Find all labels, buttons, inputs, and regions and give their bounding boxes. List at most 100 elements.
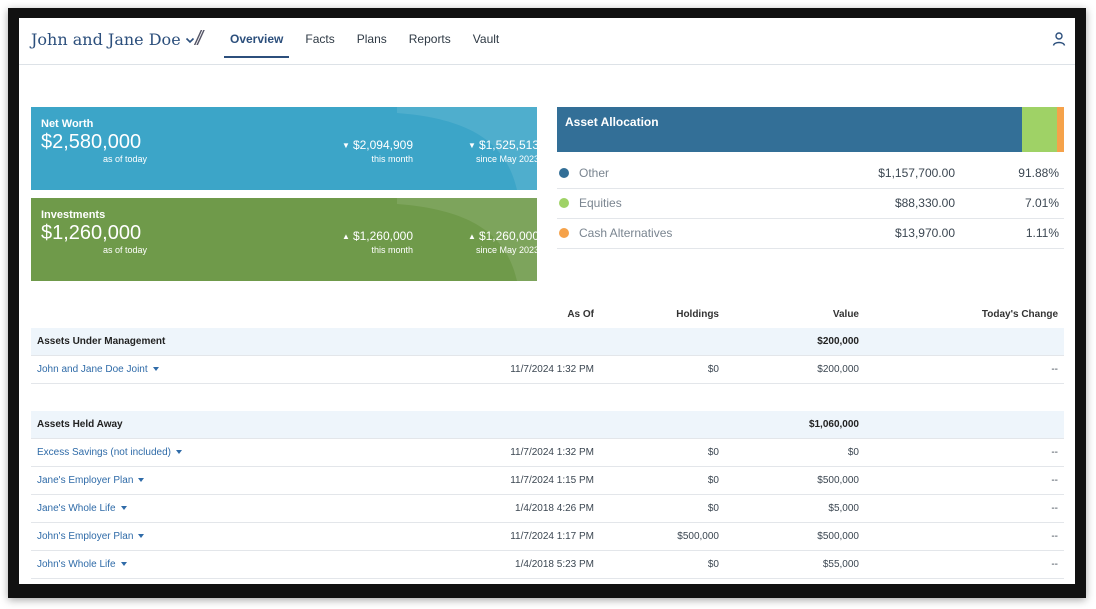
account-holdings: $0	[707, 364, 719, 375]
investments-month-label: this month	[371, 245, 413, 255]
account-link[interactable]: John and Jane Doe Joint	[37, 364, 159, 375]
account-name[interactable]: John's Employer Plan	[37, 531, 133, 542]
allocation-amount: $88,330.00	[894, 196, 955, 210]
up-arrow-icon: ▲	[468, 232, 476, 241]
caret-down-icon[interactable]	[138, 534, 145, 538]
allocation-percent: 91.88%	[1018, 166, 1059, 180]
account-name[interactable]: John and Jane Doe Joint	[37, 364, 148, 375]
allocation-amount: $13,970.00	[894, 226, 955, 240]
net-worth-as-of: as of today	[102, 154, 147, 164]
allocation-name: Equities	[579, 196, 622, 210]
caret-down-icon[interactable]	[175, 450, 182, 454]
column-header-as-of[interactable]: As Of	[426, 309, 594, 320]
account-change: --	[1051, 364, 1058, 375]
account-as-of: 1/4/2018 4:26 PM	[515, 503, 594, 514]
account-change: --	[1051, 531, 1058, 542]
net-worth-since-value: $1,525,513	[478, 138, 537, 152]
group-value: $1,060,000	[808, 419, 859, 430]
allocation-name: Cash Alternatives	[579, 226, 673, 240]
account-name[interactable]: Jane's Whole Life	[37, 503, 116, 514]
account-name[interactable]: Jane's Employer Plan	[37, 475, 133, 486]
allocation-row: Cash Alternatives $13,970.00 1.11%	[557, 219, 1064, 249]
down-arrow-icon: ▼	[468, 141, 476, 150]
tab-vault[interactable]: Vault	[467, 18, 505, 64]
account-holdings: $0	[707, 475, 719, 486]
account-change: --	[1051, 475, 1058, 486]
table-row: John's Employer Plan 11/7/2024 1:17 PM $…	[31, 523, 1064, 551]
other-dot-icon	[559, 168, 569, 178]
user-icon[interactable]	[1051, 31, 1067, 47]
investments-month-value: $1,260,000	[352, 229, 413, 243]
table-row: Jane's Employer Plan 11/7/2024 1:15 PM $…	[31, 467, 1064, 495]
net-worth-value: $2,580,000	[41, 131, 142, 153]
tab-overview[interactable]: Overview	[224, 24, 290, 58]
investments-since-change: ▲ $1,260,000 since May 2023	[449, 229, 537, 255]
tab-plans[interactable]: Plans	[351, 18, 393, 64]
net-worth-title: Net Worth	[41, 118, 94, 130]
column-header-todays-change[interactable]: Today's Change	[891, 309, 1058, 320]
investments-card[interactable]: Investments $1,260,000 as of today ▲ $1,2…	[31, 198, 537, 281]
app-window: John and Jane Doe // Overview Facts Plan…	[19, 18, 1075, 584]
asset-allocation-bar[interactable]: Asset Allocation	[557, 107, 1064, 152]
accounts-table: As Of Holdings Value Today's Change Asse…	[31, 302, 1064, 579]
top-navigation-bar: John and Jane Doe // Overview Facts Plan…	[19, 18, 1075, 65]
account-link[interactable]: John's Whole Life	[37, 559, 127, 570]
chevron-down-icon	[185, 37, 194, 43]
account-change: --	[1051, 559, 1058, 570]
account-as-of: 1/4/2018 5:23 PM	[515, 559, 594, 570]
allocation-row: Other $1,157,700.00 91.88%	[557, 159, 1064, 189]
equities-segment[interactable]	[1022, 107, 1057, 152]
account-change: --	[1051, 447, 1058, 458]
table-row: Excess Savings (not included) 11/7/2024 …	[31, 439, 1064, 467]
client-name: John and Jane Doe	[31, 30, 181, 49]
group-value: $200,000	[817, 336, 859, 347]
caret-down-icon[interactable]	[120, 506, 127, 510]
asset-allocation-legend: Other $1,157,700.00 91.88% Equities $88,…	[557, 159, 1064, 249]
column-header-holdings[interactable]: Holdings	[621, 309, 719, 320]
investments-value: $1,260,000	[41, 222, 142, 244]
account-value: $200,000	[817, 364, 859, 375]
account-name[interactable]: John's Whole Life	[37, 559, 116, 570]
account-change: --	[1051, 503, 1058, 514]
net-worth-month-change: ▼ $2,094,909 this month	[325, 138, 413, 164]
net-worth-month-value: $2,094,909	[352, 138, 413, 152]
column-header-value[interactable]: Value	[759, 309, 859, 320]
table-row: Jane's Whole Life 1/4/2018 4:26 PM $0 $5…	[31, 495, 1064, 523]
table-header: As Of Holdings Value Today's Change	[31, 302, 1064, 328]
group-row-assets-held-away: Assets Held Away $1,060,000	[31, 411, 1064, 439]
account-value: $500,000	[817, 475, 859, 486]
caret-down-icon[interactable]	[138, 478, 145, 482]
account-link[interactable]: Excess Savings (not included)	[37, 447, 182, 458]
account-link[interactable]: John's Employer Plan	[37, 531, 145, 542]
group-row-assets-under-management: Assets Under Management $200,000	[31, 328, 1064, 356]
account-link[interactable]: Jane's Whole Life	[37, 503, 127, 514]
down-arrow-icon: ▼	[342, 141, 350, 150]
table-row: John's Whole Life 1/4/2018 5:23 PM $0 $5…	[31, 551, 1064, 579]
caret-down-icon[interactable]	[152, 367, 159, 371]
account-holdings: $0	[707, 503, 719, 514]
net-worth-since-change: ▼ $1,525,513 since May 2023	[449, 138, 537, 164]
tab-facts[interactable]: Facts	[299, 18, 340, 64]
allocation-row: Equities $88,330.00 7.01%	[557, 189, 1064, 219]
group-name: Assets Held Away	[37, 419, 123, 430]
account-as-of: 11/7/2024 1:15 PM	[510, 475, 594, 486]
allocation-name: Other	[579, 166, 610, 180]
allocation-percent: 1.11%	[1025, 226, 1059, 240]
account-holdings: $500,000	[677, 531, 719, 542]
account-link[interactable]: Jane's Employer Plan	[37, 475, 145, 486]
net-worth-card[interactable]: Net Worth $2,580,000 as of today ▼ $2,094…	[31, 107, 537, 190]
account-value: $5,000	[828, 503, 859, 514]
account-name[interactable]: Excess Savings (not included)	[37, 447, 171, 458]
main-tabs: Overview Facts Plans Reports Vault	[224, 18, 515, 64]
investments-as-of: as of today	[102, 245, 147, 255]
cash-alternatives-segment[interactable]	[1057, 107, 1064, 152]
client-selector[interactable]: John and Jane Doe	[31, 30, 195, 49]
account-as-of: 11/7/2024 1:17 PM	[510, 531, 594, 542]
caret-down-icon[interactable]	[120, 562, 127, 566]
up-arrow-icon: ▲	[342, 232, 350, 241]
table-row: John and Jane Doe Joint 11/7/2024 1:32 P…	[31, 356, 1064, 384]
investments-title: Investments	[41, 209, 106, 221]
tab-reports[interactable]: Reports	[403, 18, 457, 64]
account-as-of: 11/7/2024 1:32 PM	[510, 364, 594, 375]
investments-since-label: since May 2023	[475, 245, 537, 255]
